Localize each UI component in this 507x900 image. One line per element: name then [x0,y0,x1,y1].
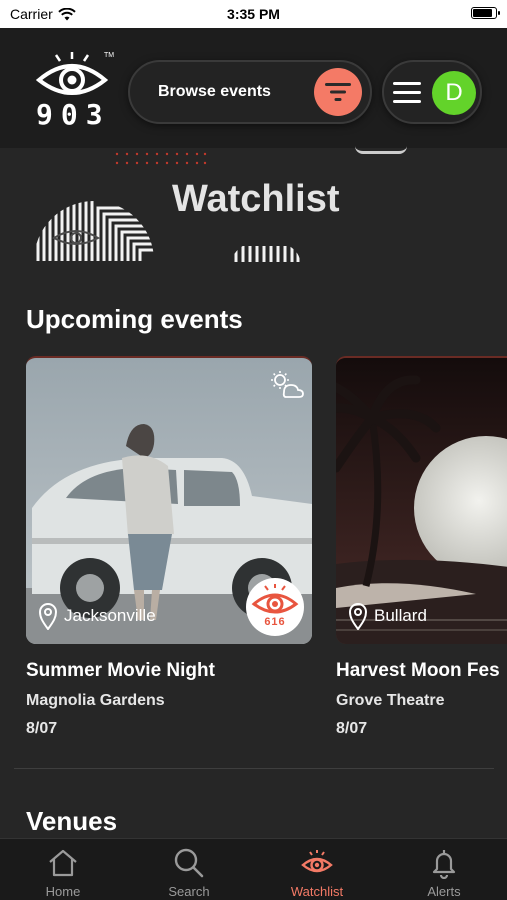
logo-eye-icon [36,52,108,95]
bell-icon [432,850,456,879]
home-icon [49,849,77,877]
event-title[interactable]: Harvest Moon Fes [336,660,500,682]
logo-text: 903 [36,98,111,131]
event-photo: Jacksonville 616 [26,356,312,644]
browse-events-label: Browse events [158,83,271,100]
search-icon [174,848,204,878]
event-venue: Magnolia Gardens [26,692,165,709]
tab-bar: Home Search Watchlist Alerts [0,838,507,900]
location-pin-icon [348,603,368,630]
avatar-initial: D [445,79,463,106]
eye-icon [251,584,299,614]
weather-icon [271,371,304,398]
decorative-striped-half-circle [36,201,154,261]
upcoming-events-title: Upcoming events [26,304,243,334]
tab-search-label: Search [168,884,210,899]
battery-icon [471,7,500,19]
venues-title: Venues [26,806,118,836]
watch-count-badge[interactable]: 616 [246,578,304,636]
watch-count: 616 [264,616,286,628]
event-date: 8/07 [26,720,58,737]
status-bar: Carrier 3:35 PM [0,0,507,28]
tab-home[interactable]: Home [0,839,126,900]
filter-button[interactable] [314,68,362,116]
upcoming-events-carousel[interactable]: Jacksonville 616 Summer Movie Night Magn… [0,356,507,756]
tab-alerts-label: Alerts [427,884,461,899]
section-divider [14,768,494,769]
app-header: TM 903 Browse events D [0,28,507,148]
tab-search[interactable]: Search [126,839,252,900]
event-city: Jacksonville [64,606,156,625]
browse-events-button[interactable]: Browse events [128,60,372,124]
decorative-dots [115,152,207,165]
event-title[interactable]: Summer Movie Night [26,660,215,682]
battery-level [473,9,492,17]
app-logo[interactable]: TM 903 [36,50,116,135]
filter-icon [325,83,351,101]
event-date: 8/07 [336,720,368,737]
tab-watchlist[interactable]: Watchlist [254,839,380,900]
avatar[interactable]: D [432,71,476,115]
location-pin-icon [38,603,58,630]
decorative-striped-arc [234,246,300,262]
page-title: Watchlist [172,178,340,220]
tab-alerts[interactable]: Alerts [381,839,507,900]
menu-icon[interactable] [393,82,421,109]
event-photo: Bullard [336,356,507,644]
eye-icon [301,850,333,873]
event-city: Bullard [374,606,427,625]
event-venue: Grove Theatre [336,692,445,709]
decorative-arc-top [355,146,407,154]
status-time: 3:35 PM [227,6,280,22]
trademark-label: TM [104,52,115,59]
tab-home-label: Home [45,884,81,899]
menu-profile-pill: D [382,60,482,124]
event-location: Bullard [348,602,427,630]
event-location: Jacksonville [38,602,156,630]
tab-watchlist-label: Watchlist [290,884,344,899]
